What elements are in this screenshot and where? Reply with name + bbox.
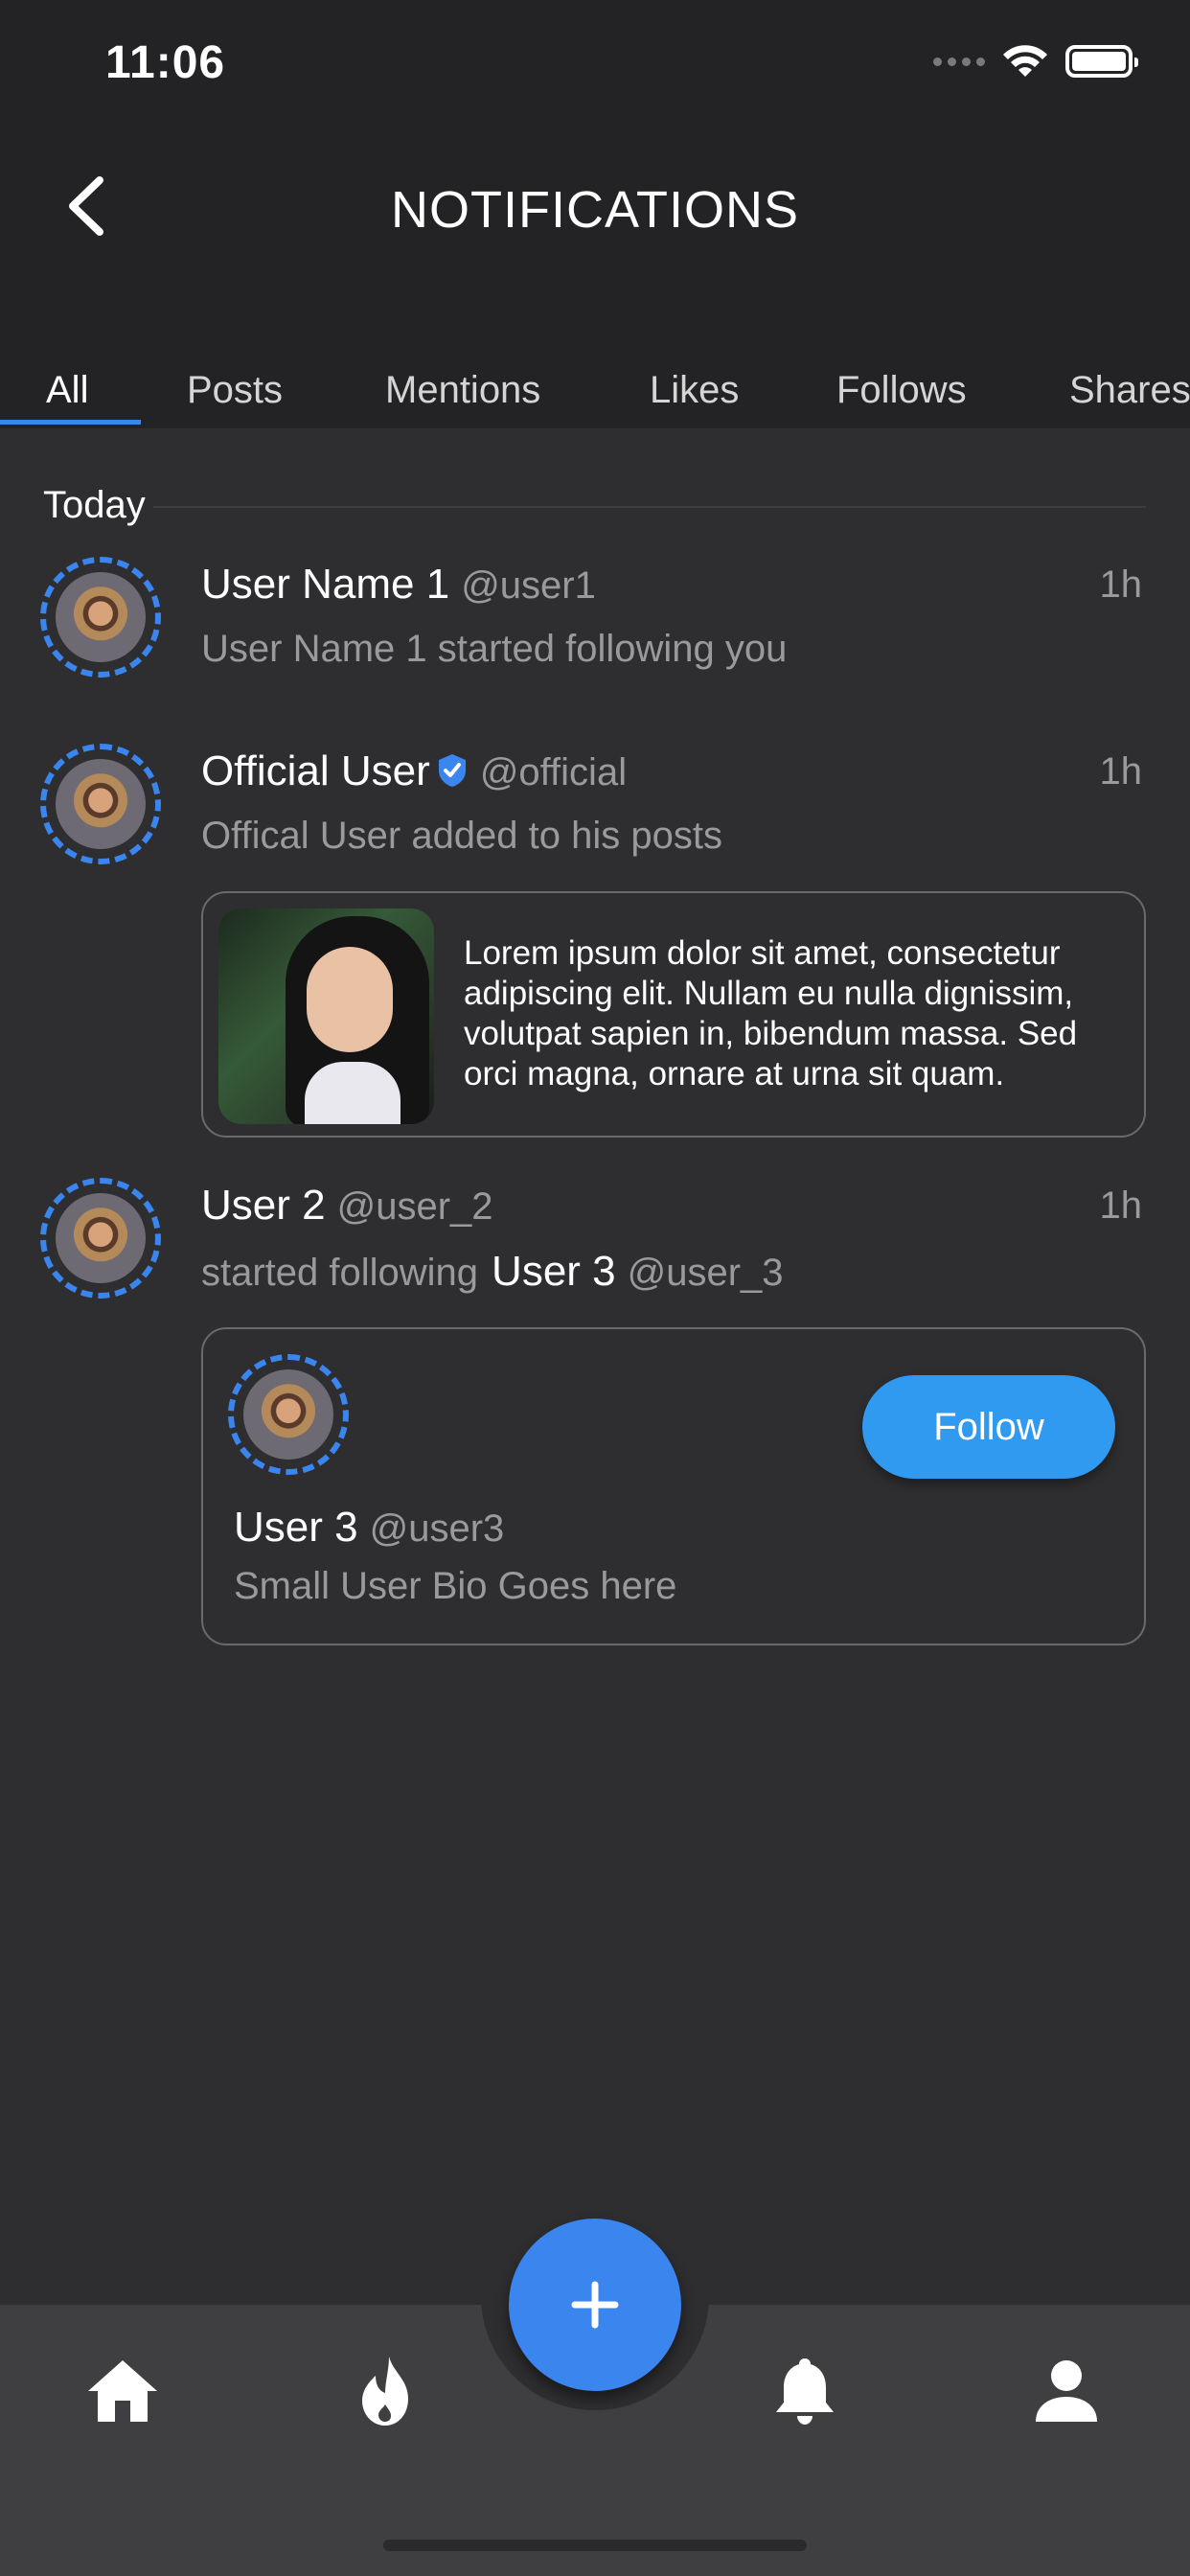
signal-icon [933,57,985,66]
user-name: User 3 [234,1504,358,1551]
notification-text: started following User 3 @user_3 [201,1248,784,1296]
target-user-name[interactable]: User 3 [492,1248,616,1295]
user-handle: @user_2 [336,1185,493,1228]
user-bio: Small User Bio Goes here [234,1565,677,1607]
tab-posts[interactable]: Posts [187,369,283,412]
page-title: NOTIFICATIONS [391,181,799,239]
bell-icon[interactable] [767,2353,843,2429]
timestamp: 1h [1099,564,1143,606]
tab-bar: All Posts Mentions Likes Follows Shares [0,369,1190,428]
active-tab-indicator [0,420,141,425]
user-handle: @official [479,751,628,794]
follow-button[interactable]: Follow [862,1375,1115,1479]
app-header: 11:06 NOTIFICATIONS All Posts Mentions L… [0,0,1190,428]
profile-icon[interactable] [1028,2353,1105,2429]
timestamp: 1h [1099,1184,1143,1227]
tab-mentions[interactable]: Mentions [385,369,540,412]
notification-user-name[interactable]: Official User @official [201,748,627,795]
tab-follows[interactable]: Follows [836,369,967,412]
verified-badge-icon [438,754,466,787]
wifi-icon [1003,45,1047,77]
tab-all[interactable]: All [46,369,88,412]
avatar[interactable] [40,1178,161,1299]
tab-likes[interactable]: Likes [650,369,739,412]
home-indicator [383,2540,807,2551]
action-text: started following [201,1252,479,1294]
notification-text: User Name 1 started following you [201,628,788,670]
home-icon[interactable] [84,2353,161,2429]
divider [153,506,1146,508]
user-name: User Name 1 [201,561,450,608]
flame-icon[interactable] [347,2353,423,2429]
avatar[interactable] [40,744,161,864]
user-handle: @user1 [461,564,596,607]
user-name: Official User [201,748,430,794]
add-button[interactable] [509,2219,681,2391]
avatar[interactable] [40,557,161,678]
notification-user-name[interactable]: User Name 1 @user1 [201,561,596,609]
post-image [218,908,434,1124]
post-text: Lorem ipsum dolor sit amet, consectetur … [464,934,1078,1092]
section-label: Today [43,484,146,526]
notification-text: Offical User added to his posts [201,815,722,857]
post-preview-card[interactable]: Lorem ipsum dolor sit amet, consectetur … [201,891,1146,1138]
add-icon [571,2281,619,2329]
notification-user-name[interactable]: User 2 @user_2 [201,1182,493,1230]
timestamp: 1h [1099,750,1143,793]
user-name: User 2 [201,1182,326,1229]
user-card[interactable]: Follow User 3 @user3 Small User Bio Goes … [201,1327,1146,1645]
target-user-handle: @user_3 [627,1252,784,1294]
user-handle: @user3 [369,1507,505,1550]
user-card-name: User 3 @user3 [234,1504,504,1552]
battery-icon [1065,45,1138,78]
avatar[interactable] [228,1354,349,1475]
status-icons [933,44,1138,79]
status-time: 11:06 [105,37,226,88]
tab-shares[interactable]: Shares [1069,369,1190,412]
